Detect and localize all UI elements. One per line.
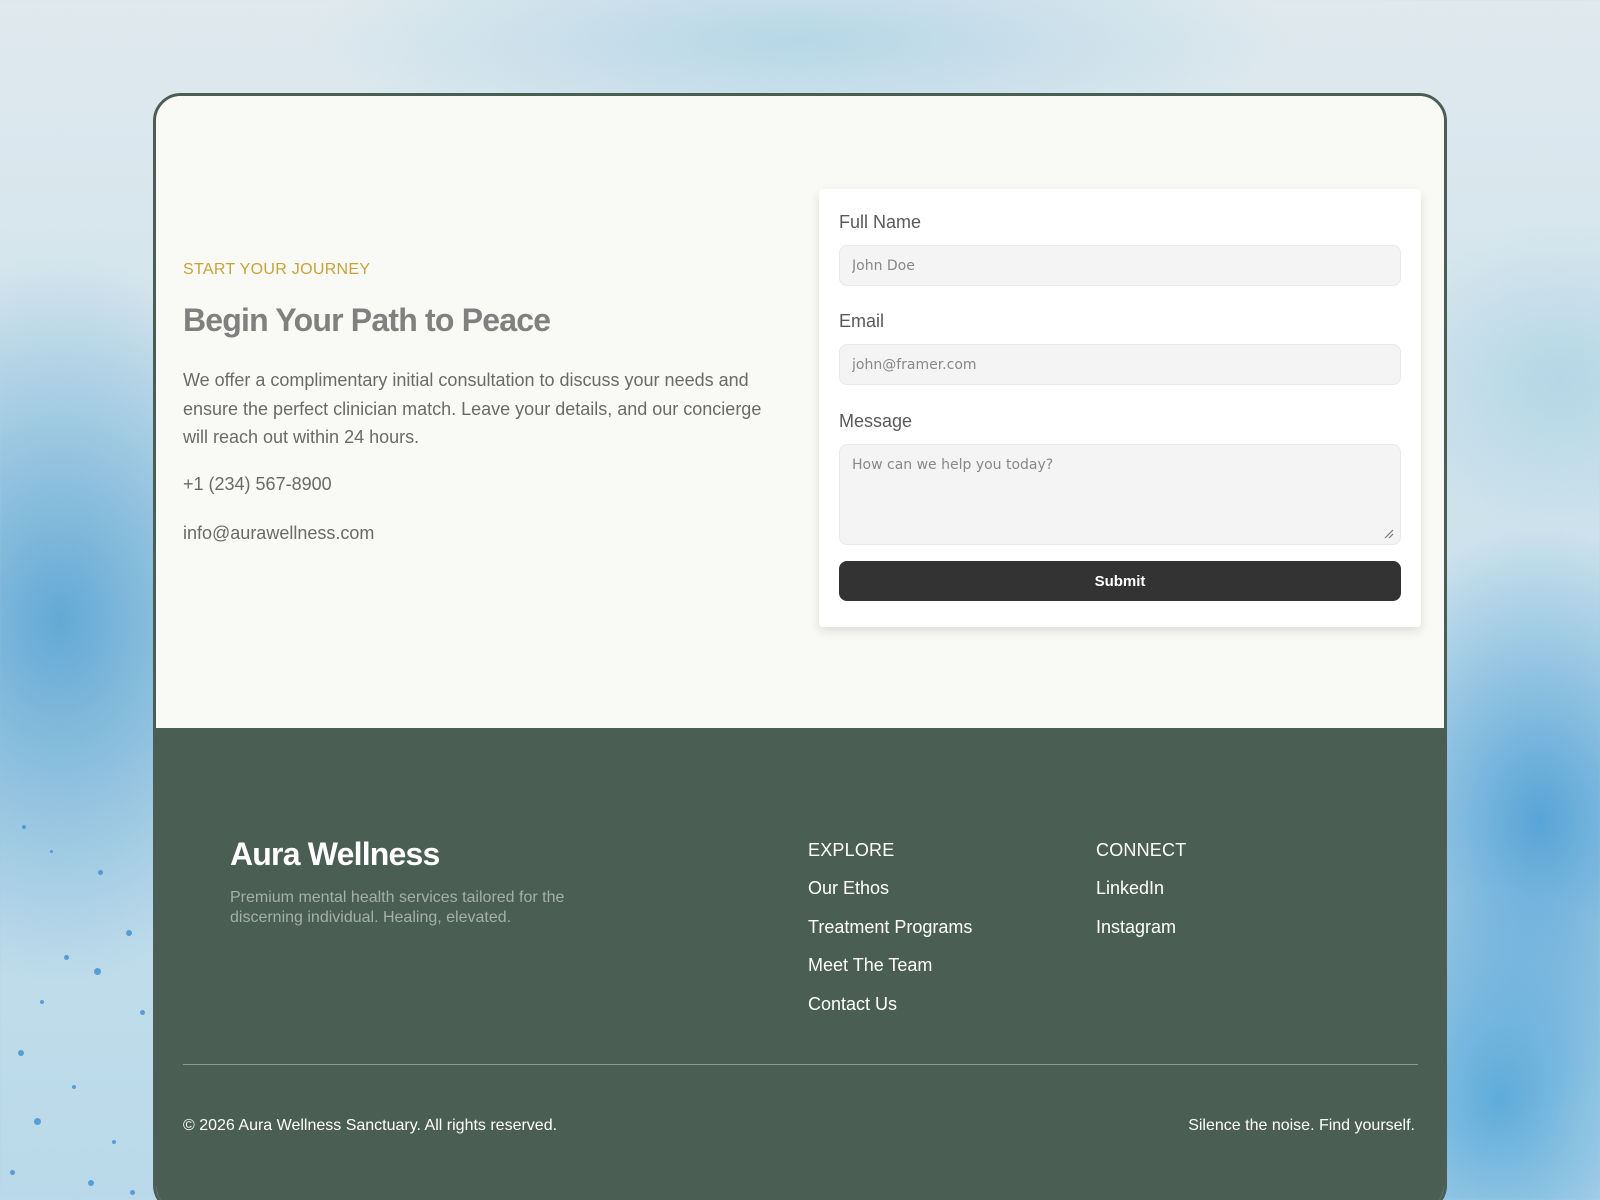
contact-form: Full Name Email Message Submit	[819, 189, 1421, 627]
footer-motto: Silence the noise. Find yourself.	[1188, 1117, 1415, 1134]
footer-divider	[183, 1064, 1418, 1065]
email-input[interactable]	[839, 344, 1401, 385]
footer-link-our-ethos[interactable]: Our Ethos	[808, 878, 889, 899]
section-headline: Begin Your Path to Peace	[183, 302, 551, 338]
section-eyebrow: START YOUR JOURNEY	[183, 261, 371, 278]
site-footer: Aura Wellness Premium mental health serv…	[156, 728, 1444, 1200]
email-label: Email	[839, 311, 885, 331]
copyright-text: © 2026 Aura Wellness Sanctuary. All righ…	[183, 1117, 558, 1134]
connect-heading: CONNECT	[1096, 840, 1187, 860]
contact-section: START YOUR JOURNEY Begin Your Path to Pe…	[156, 96, 1444, 728]
intro-paragraph: We offer a complimentary initial consult…	[183, 370, 762, 447]
footer-link-treatment-programs[interactable]: Treatment Programs	[808, 917, 972, 938]
page-card: START YOUR JOURNEY Begin Your Path to Pe…	[153, 93, 1447, 1200]
email-link[interactable]: info@aurawellness.com	[183, 523, 374, 544]
full-name-input[interactable]	[839, 245, 1401, 286]
full-name-label: Full Name	[839, 212, 922, 232]
phone-link[interactable]: +1 (234) 567-8900	[183, 474, 332, 495]
footer-link-instagram[interactable]: Instagram	[1096, 917, 1176, 938]
resize-handle-icon[interactable]	[1382, 527, 1394, 539]
submit-button[interactable]: Submit	[839, 561, 1401, 601]
footer-brand: Aura Wellness	[230, 836, 440, 872]
footer-tagline: Premium mental health services tailored …	[230, 889, 565, 926]
footer-link-meet-the-team[interactable]: Meet The Team	[808, 955, 932, 976]
footer-link-linkedin[interactable]: LinkedIn	[1096, 878, 1164, 899]
footer-link-contact-us[interactable]: Contact Us	[808, 994, 897, 1015]
message-label: Message	[839, 411, 913, 431]
explore-heading: EXPLORE	[808, 840, 895, 860]
message-textarea[interactable]	[839, 444, 1401, 545]
